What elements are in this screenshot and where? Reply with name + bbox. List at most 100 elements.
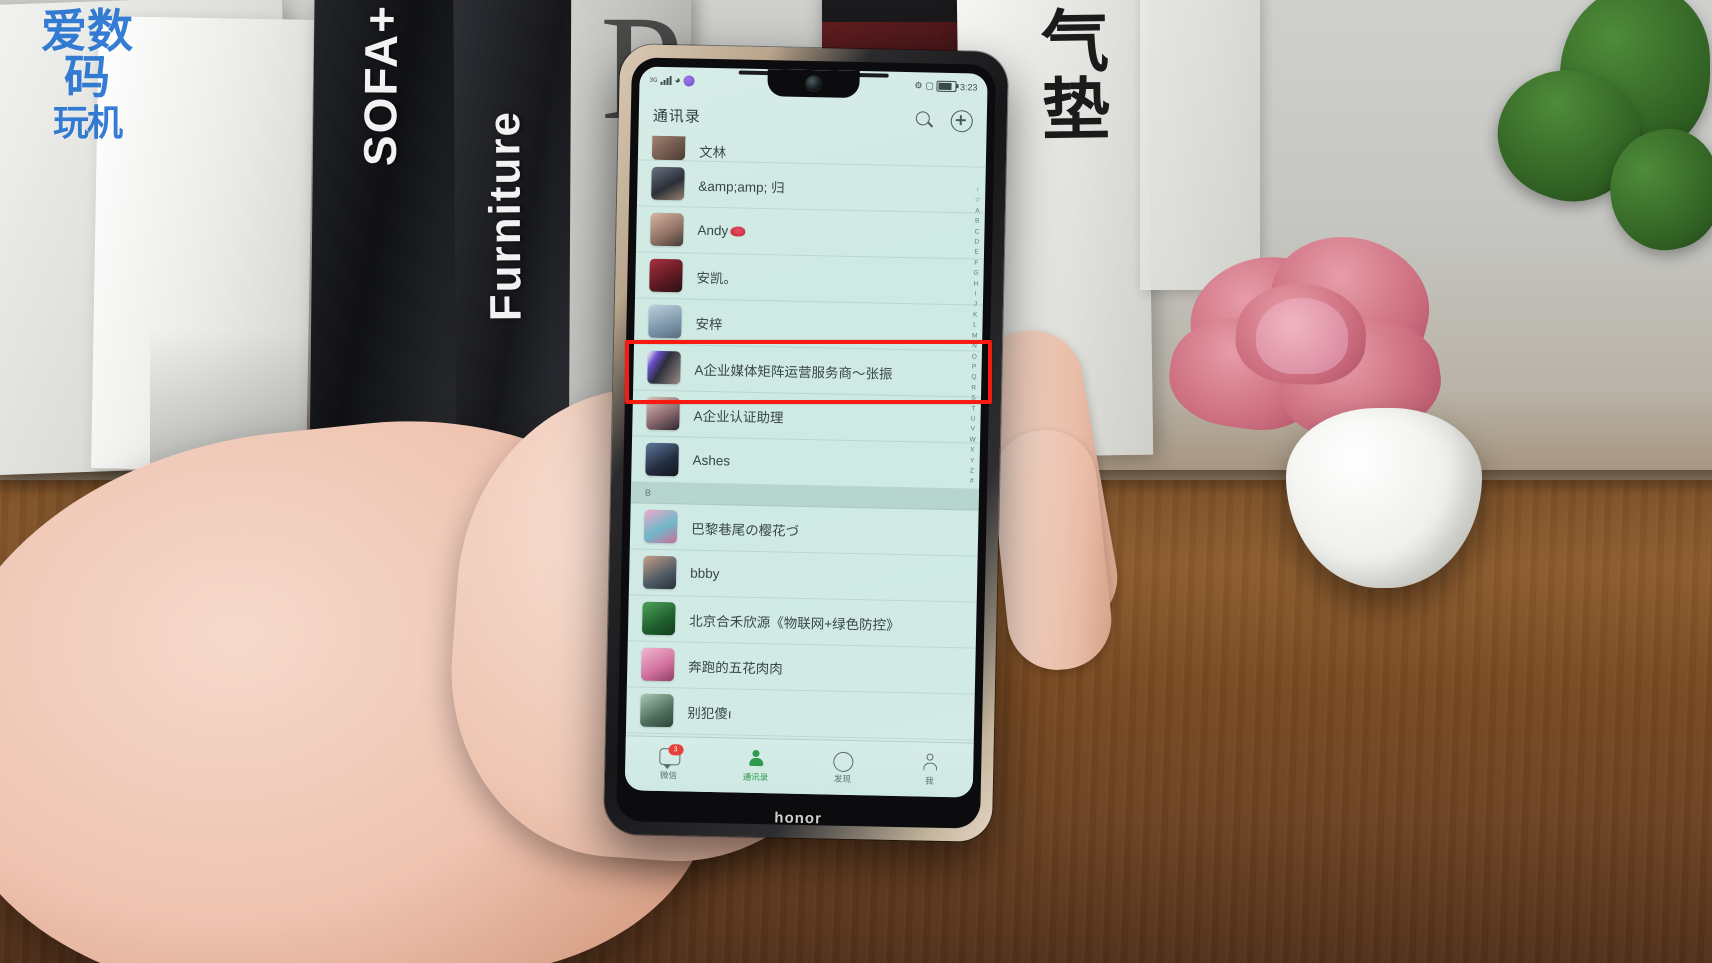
bluetooth-icon: ⚙: [914, 80, 923, 91]
index-letter[interactable]: S: [971, 394, 976, 404]
contact-name: 安凯。: [696, 270, 738, 287]
network-type-label: 3G: [649, 77, 658, 84]
book-spine-label-sofa: SOFA+: [353, 3, 408, 167]
phone-screen[interactable]: 3G ◕ ⚙ ▢ 3:23 通讯录 文林 &amp;amp; 归 Andy 安凯…: [624, 66, 988, 798]
index-letter[interactable]: X: [970, 446, 975, 456]
contact-name: 安梓: [695, 316, 723, 332]
battery-icon: [936, 80, 958, 93]
list-item[interactable]: 安凯。: [634, 252, 984, 306]
index-letter[interactable]: B: [975, 217, 980, 227]
index-letter[interactable]: K: [973, 310, 978, 320]
search-icon[interactable]: [915, 110, 935, 130]
contact-name: &amp;amp; 归: [698, 178, 785, 195]
chat-icon: 3: [658, 743, 684, 765]
contact-name: bbby: [690, 565, 720, 582]
box-vertical-text: 气垫: [1030, 5, 1108, 143]
index-letter[interactable]: N: [972, 342, 977, 353]
tab-label: 微信: [659, 769, 678, 780]
discover-icon: [832, 751, 854, 772]
list-item-highlighted[interactable]: A企业媒体矩阵运营服务商～张振: [633, 344, 982, 398]
index-letter[interactable]: M: [972, 331, 978, 342]
watermark: 爱数码 玩机: [22, 8, 152, 158]
list-item[interactable]: 别犯傻ı: [625, 687, 975, 741]
index-letter[interactable]: T: [971, 404, 975, 414]
contact-name: A企业认证助理: [693, 408, 784, 426]
app-dot-icon: [683, 75, 695, 87]
avatar: [640, 647, 675, 682]
index-letter[interactable]: P: [972, 362, 977, 372]
index-letter[interactable]: #: [970, 477, 974, 487]
index-letter[interactable]: F: [974, 258, 978, 268]
list-item[interactable]: &amp;amp; 归: [636, 160, 986, 214]
index-letter[interactable]: ☆: [975, 196, 981, 207]
contacts-list[interactable]: 文林 &amp;amp; 归 Andy 安凯。 安梓 A企业媒体矩阵运营服务商～…: [625, 135, 987, 743]
list-item[interactable]: 安梓: [634, 298, 983, 352]
index-letter[interactable]: C: [974, 227, 980, 238]
list-item[interactable]: 奔跑的五花肉肉: [626, 641, 976, 695]
index-letter[interactable]: ↑: [976, 186, 979, 196]
status-bar-left: 3G ◕: [649, 74, 695, 87]
vibrate-icon: ▢: [925, 80, 935, 91]
list-item[interactable]: 巴黎巷尾の樱花づ: [629, 503, 979, 557]
index-letter[interactable]: I: [975, 290, 977, 300]
avatar: [642, 555, 677, 590]
contacts-icon: [747, 749, 765, 767]
unread-badge: 3: [667, 743, 684, 755]
index-letter[interactable]: J: [974, 300, 977, 310]
pink-flower: [1150, 220, 1462, 446]
contact-name: 别犯傻ı: [687, 705, 732, 721]
list-item[interactable]: Andy: [635, 206, 985, 260]
index-letter[interactable]: O: [972, 352, 977, 363]
avatar: [647, 350, 681, 385]
list-item[interactable]: A企业认证助理: [632, 390, 981, 444]
avatar: [641, 601, 676, 636]
index-letter[interactable]: D: [974, 238, 979, 249]
avatar: [651, 166, 685, 201]
index-letter[interactable]: W: [969, 435, 975, 446]
index-letter[interactable]: E: [974, 248, 979, 258]
index-letter[interactable]: A: [975, 206, 980, 216]
tab-label: 通讯录: [742, 771, 769, 782]
tab-me[interactable]: 我: [886, 752, 974, 787]
contact-name: 奔跑的五花肉肉: [688, 659, 783, 677]
index-letter[interactable]: Y: [970, 456, 975, 466]
page-title: 通讯录: [652, 107, 702, 126]
smartphone: 3G ◕ ⚙ ▢ 3:23 通讯录 文林 &amp;amp; 归 Andy 安凯…: [603, 44, 1009, 842]
contact-name: 北京合禾欣源《物联网+绿色防控》: [689, 613, 900, 633]
tab-wechat[interactable]: 3 微信: [625, 743, 713, 782]
list-item[interactable]: bbby: [628, 549, 978, 603]
lips-emoji-icon: [730, 226, 746, 237]
index-letter[interactable]: G: [973, 269, 978, 280]
avatar: [645, 442, 679, 477]
contact-name: Ashes: [692, 452, 731, 469]
index-letter[interactable]: U: [971, 414, 976, 425]
profile-icon: [921, 753, 939, 771]
wifi-icon: ◕: [674, 74, 681, 86]
index-letter[interactable]: Q: [971, 373, 976, 384]
avatar: [651, 135, 686, 161]
bottom-tab-bar: 3 微信 通讯录 发现 我: [624, 735, 974, 798]
avatar: [648, 304, 682, 339]
tab-contacts[interactable]: 通讯录: [712, 749, 800, 784]
signal-bars-icon: [660, 76, 672, 86]
index-letter[interactable]: L: [973, 321, 977, 331]
list-item[interactable]: Ashes: [631, 436, 981, 490]
list-item[interactable]: 北京合禾欣源《物联网+绿色防控》: [627, 595, 977, 649]
index-letter[interactable]: R: [971, 383, 976, 394]
contact-name-text: Andy: [697, 222, 729, 239]
status-bar-time: 3:23: [959, 81, 978, 93]
avatar: [646, 396, 680, 431]
tab-discover[interactable]: 发现: [799, 750, 887, 785]
index-letter[interactable]: V: [971, 425, 976, 435]
header-actions: [915, 109, 974, 133]
avatar: [649, 258, 683, 293]
index-letter[interactable]: Z: [970, 466, 974, 476]
contact-name: 文林: [698, 144, 727, 161]
photo-scene: SOFA+ Furniture P 气垫: [0, 0, 1712, 963]
contact-name: 巴黎巷尾の樱花づ: [691, 521, 800, 539]
index-letter[interactable]: H: [973, 279, 978, 290]
add-contact-icon[interactable]: [950, 109, 974, 133]
tab-label: 我: [925, 775, 934, 786]
status-bar-right: ⚙ ▢ 3:23: [914, 80, 978, 93]
avatar: [643, 509, 678, 544]
